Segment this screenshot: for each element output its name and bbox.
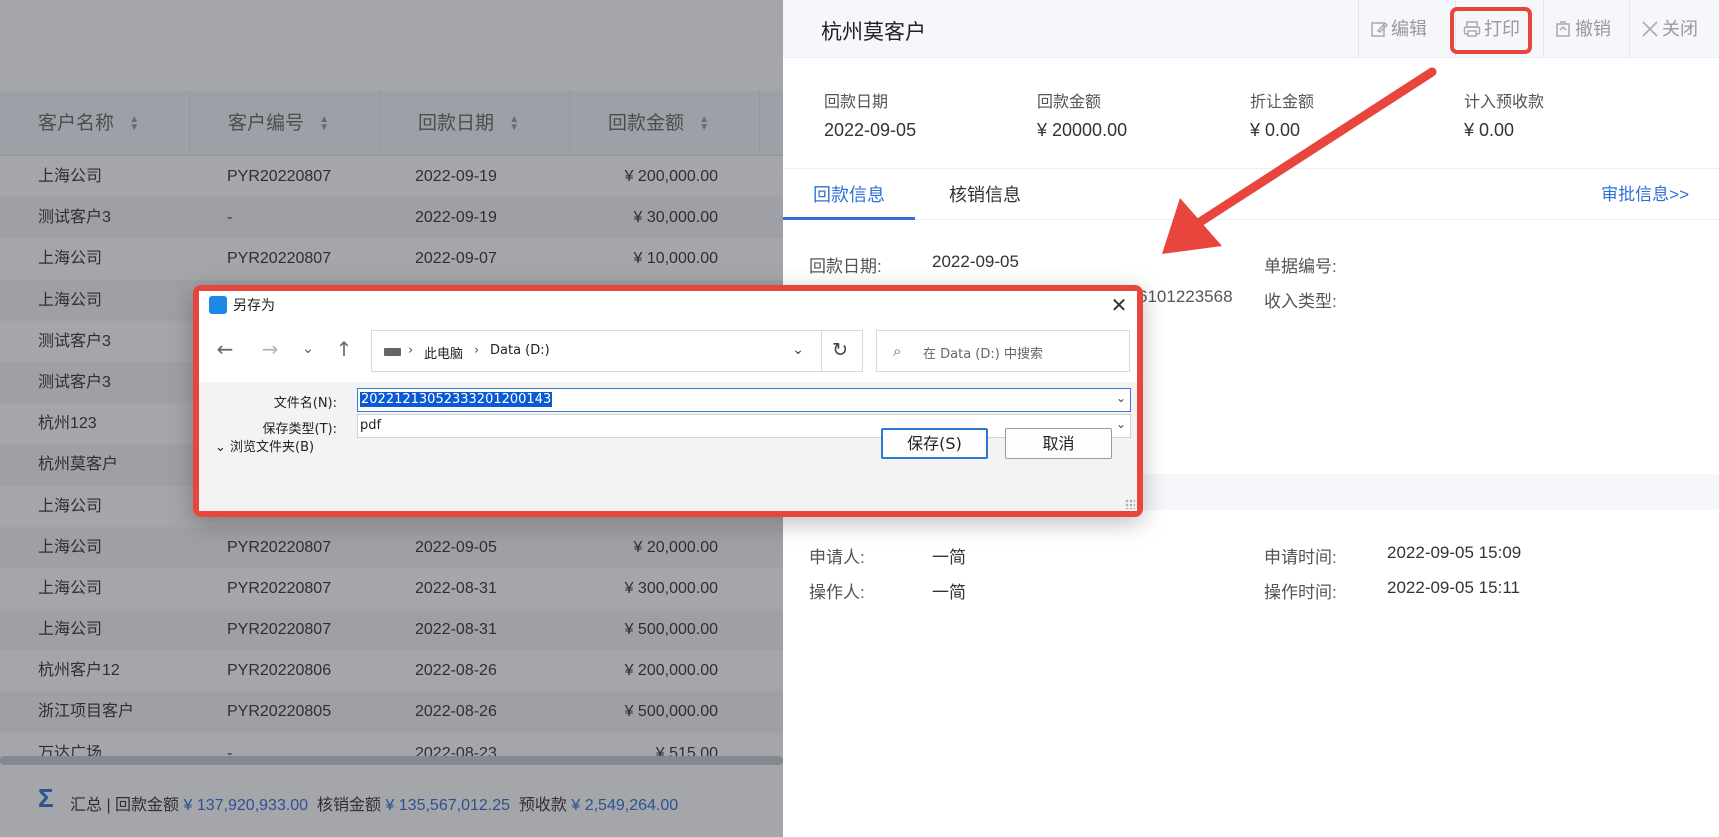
chevron-down-icon[interactable]: ⌄ bbox=[1116, 391, 1126, 405]
address-bar[interactable]: › 此电脑 › Data (D:) ⌄ ↻ bbox=[371, 330, 863, 372]
divider bbox=[1629, 0, 1630, 58]
field-operation-time: 操作时间: 2022-09-05 15:11 bbox=[1264, 578, 1520, 602]
detail-tabs: 回款信息 核销信息 审批信息>> bbox=[783, 170, 1719, 220]
save-button[interactable]: 保存(S) bbox=[881, 428, 988, 459]
resize-grip[interactable] bbox=[1125, 499, 1135, 509]
edit-button[interactable]: 编辑 bbox=[1370, 0, 1427, 58]
back-arrow-icon[interactable]: ← bbox=[212, 337, 238, 361]
field-income-type: 收入类型: bbox=[1264, 292, 1337, 311]
filename-input[interactable]: 20221213052333201200143 ⌄ bbox=[357, 388, 1131, 412]
filename-value: 20221213052333201200143 bbox=[360, 392, 553, 407]
tab-receipt-info[interactable]: 回款信息 bbox=[813, 170, 885, 220]
summary-discount-amount: 折让金额 ¥ 0.00 bbox=[1250, 94, 1315, 140]
breadcrumb-separator: › bbox=[474, 343, 480, 358]
active-tab-indicator bbox=[783, 217, 915, 220]
dialog-navigation-bar: ← → ⌄ ↑ › 此电脑 › Data (D:) ⌄ ↻ ⌕ 在 Data (… bbox=[199, 319, 1137, 382]
divider bbox=[783, 168, 1719, 169]
breadcrumb-this-pc[interactable]: 此电脑 bbox=[424, 343, 463, 362]
breadcrumb-data-drive[interactable]: Data (D:) bbox=[490, 343, 550, 358]
cancel-button[interactable]: 取消 bbox=[1005, 428, 1112, 459]
summary-receipt-amount: 回款金额 ¥ 20000.00 bbox=[1037, 94, 1128, 140]
summary-prepay-amount: 计入预收款 ¥ 0.00 bbox=[1464, 94, 1545, 140]
chevron-down-icon: ⌄ bbox=[215, 440, 226, 455]
print-highlight-box bbox=[1450, 7, 1532, 54]
drawer-title: 杭州莫客户 bbox=[821, 21, 926, 44]
dialog-close-button[interactable]: ✕ bbox=[1107, 293, 1131, 317]
edit-icon bbox=[1371, 21, 1388, 37]
browse-folders-toggle[interactable]: ⌄ 浏览文件夹(B) bbox=[215, 436, 314, 455]
breadcrumb-separator: › bbox=[408, 343, 414, 358]
filename-label: 文件名(N): bbox=[273, 396, 337, 411]
field-partial-value: 6101223568 bbox=[1138, 287, 1233, 306]
approval-info-link[interactable]: 审批信息>> bbox=[1601, 170, 1689, 220]
search-placeholder: 在 Data (D:) 中搜索 bbox=[923, 347, 1043, 362]
divider bbox=[1543, 0, 1544, 58]
field-operator: 操作人: 一简 bbox=[809, 583, 966, 602]
dialog-titlebar: 另存为 ✕ bbox=[199, 291, 1137, 319]
refresh-icon[interactable]: ↻ bbox=[832, 339, 848, 361]
drawer-header: 杭州莫客户 编辑 打印 撤销 关闭 bbox=[783, 0, 1719, 58]
field-doc-no: 单据编号: bbox=[1264, 257, 1337, 276]
filetype-row: 保存类型(T): pdf ⌄ bbox=[199, 414, 1137, 438]
chevron-down-icon[interactable]: ⌄ bbox=[792, 342, 804, 358]
divider bbox=[821, 331, 822, 371]
up-arrow-icon[interactable]: ↑ bbox=[331, 337, 357, 361]
field-receipt-date: 回款日期: 2022-09-05 bbox=[809, 252, 1019, 276]
revoke-icon bbox=[1556, 21, 1570, 37]
search-input[interactable]: ⌕ 在 Data (D:) 中搜索 bbox=[876, 330, 1130, 372]
drive-icon bbox=[384, 348, 401, 356]
recent-locations-icon[interactable]: ⌄ bbox=[295, 339, 321, 357]
filetype-value: pdf bbox=[360, 418, 382, 433]
chevron-down-icon[interactable]: ⌄ bbox=[1116, 417, 1126, 431]
tab-writeoff-info[interactable]: 核销信息 bbox=[949, 170, 1021, 220]
close-drawer-button[interactable]: 关闭 bbox=[1641, 0, 1698, 58]
filetype-label: 保存类型(T): bbox=[262, 422, 337, 437]
field-apply-time: 申请时间: 2022-09-05 15:09 bbox=[1264, 543, 1522, 567]
revoke-button[interactable]: 撤销 bbox=[1554, 0, 1611, 58]
summary-receipt-date: 回款日期 2022-09-05 bbox=[824, 94, 917, 140]
forward-arrow-icon[interactable]: → bbox=[257, 337, 283, 361]
app-icon bbox=[209, 296, 227, 314]
filename-row: 文件名(N): 20221213052333201200143 ⌄ bbox=[199, 388, 1137, 412]
divider bbox=[1358, 0, 1359, 58]
field-applicant: 申请人: 一简 bbox=[809, 548, 966, 567]
search-icon: ⌕ bbox=[893, 342, 902, 360]
dialog-title: 另存为 bbox=[233, 298, 275, 314]
save-as-dialog: 另存为 ✕ ← → ⌄ ↑ › 此电脑 › Data (D:) ⌄ ↻ ⌕ 在 … bbox=[199, 291, 1137, 511]
close-icon bbox=[1642, 21, 1658, 37]
